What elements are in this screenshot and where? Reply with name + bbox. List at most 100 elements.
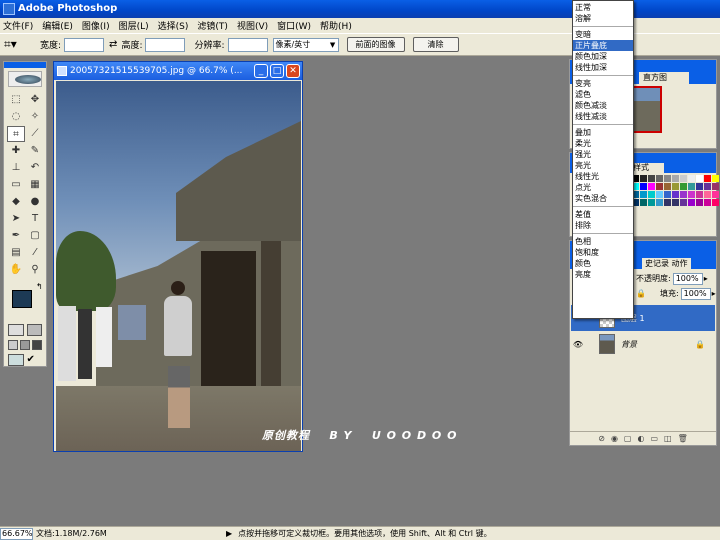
color-swatch[interactable] (696, 175, 703, 182)
menu-file[interactable]: 文件(F) (3, 19, 33, 32)
menu-image[interactable]: 图像(I) (82, 19, 110, 32)
blend-mode-item[interactable]: 颜色 (573, 258, 633, 269)
quick-mask-mode-icon[interactable] (26, 324, 42, 336)
blend-mode-item[interactable]: 线性减淡 (573, 111, 633, 122)
menu-select[interactable]: 选择(S) (158, 19, 189, 32)
blend-mode-item[interactable]: 饱和度 (573, 247, 633, 258)
maximize-icon[interactable]: □ (270, 64, 284, 78)
magic-wand-tool-icon[interactable]: ✧ (26, 109, 44, 125)
color-swatch[interactable] (656, 183, 663, 190)
color-swatch[interactable] (648, 191, 655, 198)
crop-tool-icon[interactable]: ⌗ (7, 126, 25, 142)
color-swatch[interactable] (696, 183, 703, 190)
shape-tool-icon[interactable]: ▢ (26, 228, 44, 244)
new-group-icon[interactable]: ▭ (650, 434, 658, 443)
pen-tool-icon[interactable]: ✒ (7, 228, 25, 244)
eyedropper-tool-icon[interactable]: ⁄ (26, 245, 44, 261)
color-swatch[interactable] (664, 183, 671, 190)
blend-mode-item[interactable]: 强光 (573, 149, 633, 160)
document-title-bar[interactable]: 20057321515539705.jpg @ 66.7% (... _ □ ✕ (54, 62, 302, 80)
menu-layer[interactable]: 图层(L) (119, 19, 149, 32)
blend-mode-item[interactable]: 叠加 (573, 127, 633, 138)
front-image-button[interactable]: 前面的图像 (346, 37, 405, 52)
foreground-color[interactable] (12, 290, 32, 308)
link-layers-icon[interactable]: ⊘ (598, 434, 605, 443)
navigator-thumbnail[interactable] (632, 86, 662, 133)
swap-dimensions-icon[interactable]: ⇄ (109, 39, 117, 50)
visibility-eye-icon[interactable]: 👁 (571, 340, 585, 349)
new-adjustment-layer-icon[interactable]: ◐ (637, 434, 644, 443)
document-size[interactable]: 文档:1.18M/2.76M (36, 528, 181, 539)
zoom-tool-icon[interactable]: ⚲ (26, 262, 44, 278)
color-swatch[interactable] (672, 183, 679, 190)
marquee-tool-icon[interactable]: ⬚ (7, 92, 25, 108)
color-swatch[interactable] (712, 183, 719, 190)
menu-view[interactable]: 视图(V) (237, 19, 268, 32)
notes-tool-icon[interactable]: ▤ (7, 245, 25, 261)
blend-mode-item[interactable]: 滤色 (573, 89, 633, 100)
blend-mode-item[interactable]: 实色混合 (573, 193, 633, 204)
color-swatch[interactable] (688, 183, 695, 190)
resolution-input[interactable] (227, 37, 268, 52)
color-swatch[interactable] (672, 199, 679, 206)
color-swatch[interactable] (712, 199, 719, 206)
color-swatch[interactable] (704, 183, 711, 190)
blend-mode-item[interactable]: 变亮 (573, 78, 633, 89)
color-swatch[interactable] (656, 199, 663, 206)
zoom-level-field[interactable]: 66.67% (0, 527, 33, 540)
color-swatch[interactable] (712, 191, 719, 198)
blend-mode-item[interactable]: 色相 (573, 236, 633, 247)
standard-mode-icon[interactable] (8, 324, 24, 336)
color-swatch[interactable] (664, 199, 671, 206)
blend-mode-item[interactable]: 排除 (573, 220, 633, 231)
tab-styles[interactable]: 样式 (630, 163, 664, 173)
lock-icon[interactable]: 🔒 (636, 289, 646, 298)
color-swatch[interactable] (704, 199, 711, 206)
menu-help[interactable]: 帮助(H) (320, 19, 352, 32)
color-swatch[interactable] (704, 175, 711, 182)
history-brush-tool-icon[interactable]: ↶ (26, 160, 44, 176)
fill-input[interactable]: 100% (680, 287, 711, 300)
color-swatch[interactable] (672, 191, 679, 198)
type-tool-icon[interactable]: T (26, 211, 44, 227)
blend-mode-item[interactable]: 亮光 (573, 160, 633, 171)
gradient-tool-icon[interactable]: ▦ (26, 177, 44, 193)
blend-mode-item[interactable]: 线性加深 (573, 62, 633, 73)
opacity-input[interactable]: 100% (672, 272, 703, 285)
slice-tool-icon[interactable]: ⟋ (26, 126, 44, 142)
dodge-tool-icon[interactable]: ● (26, 194, 44, 210)
jump-to-icon[interactable]: ✔ (27, 354, 42, 366)
blend-mode-item[interactable]: 颜色减淡 (573, 100, 633, 111)
color-swatch[interactable] (664, 175, 671, 182)
blend-mode-item[interactable]: 颜色加深 (573, 51, 633, 62)
lasso-tool-icon[interactable]: ◌ (7, 109, 25, 125)
close-icon[interactable]: ✕ (286, 64, 300, 78)
path-selection-tool-icon[interactable]: ➤ (7, 211, 25, 227)
blur-tool-icon[interactable]: ◆ (7, 194, 25, 210)
blend-mode-item[interactable]: 变暗 (573, 29, 633, 40)
color-swatch[interactable] (640, 183, 647, 190)
layer-row-background[interactable]: 👁 背景 🔒 (571, 331, 715, 357)
screen-mode-full-icon[interactable] (32, 340, 42, 350)
height-input[interactable] (145, 37, 186, 52)
menu-window[interactable]: 窗口(W) (277, 19, 311, 32)
blend-mode-item[interactable]: 正常 (573, 2, 633, 13)
swap-colors-icon[interactable]: ↰ (36, 282, 43, 291)
photoshop-feather-logo[interactable] (8, 71, 42, 87)
screen-mode-full-menu-icon[interactable] (20, 340, 30, 350)
color-swatch[interactable] (664, 191, 671, 198)
color-swatch[interactable] (656, 175, 663, 182)
healing-brush-tool-icon[interactable]: ✚ (7, 143, 25, 159)
screen-mode-standard-icon[interactable] (8, 340, 18, 350)
blend-mode-item[interactable]: 柔光 (573, 138, 633, 149)
tab-histogram[interactable]: 直方图 (639, 72, 689, 84)
new-layer-icon[interactable]: ◫ (664, 434, 672, 443)
hand-tool-icon[interactable]: ✋ (7, 262, 25, 278)
toolbox-header[interactable] (4, 62, 46, 68)
color-swatch[interactable] (696, 191, 703, 198)
color-swatch[interactable] (688, 191, 695, 198)
blend-mode-item[interactable]: 正片叠底 (573, 40, 633, 51)
crop-tool-preset-icon[interactable]: ⌗▾ (4, 37, 32, 52)
color-swatch[interactable] (680, 175, 687, 182)
swatch-grid[interactable] (632, 175, 720, 206)
